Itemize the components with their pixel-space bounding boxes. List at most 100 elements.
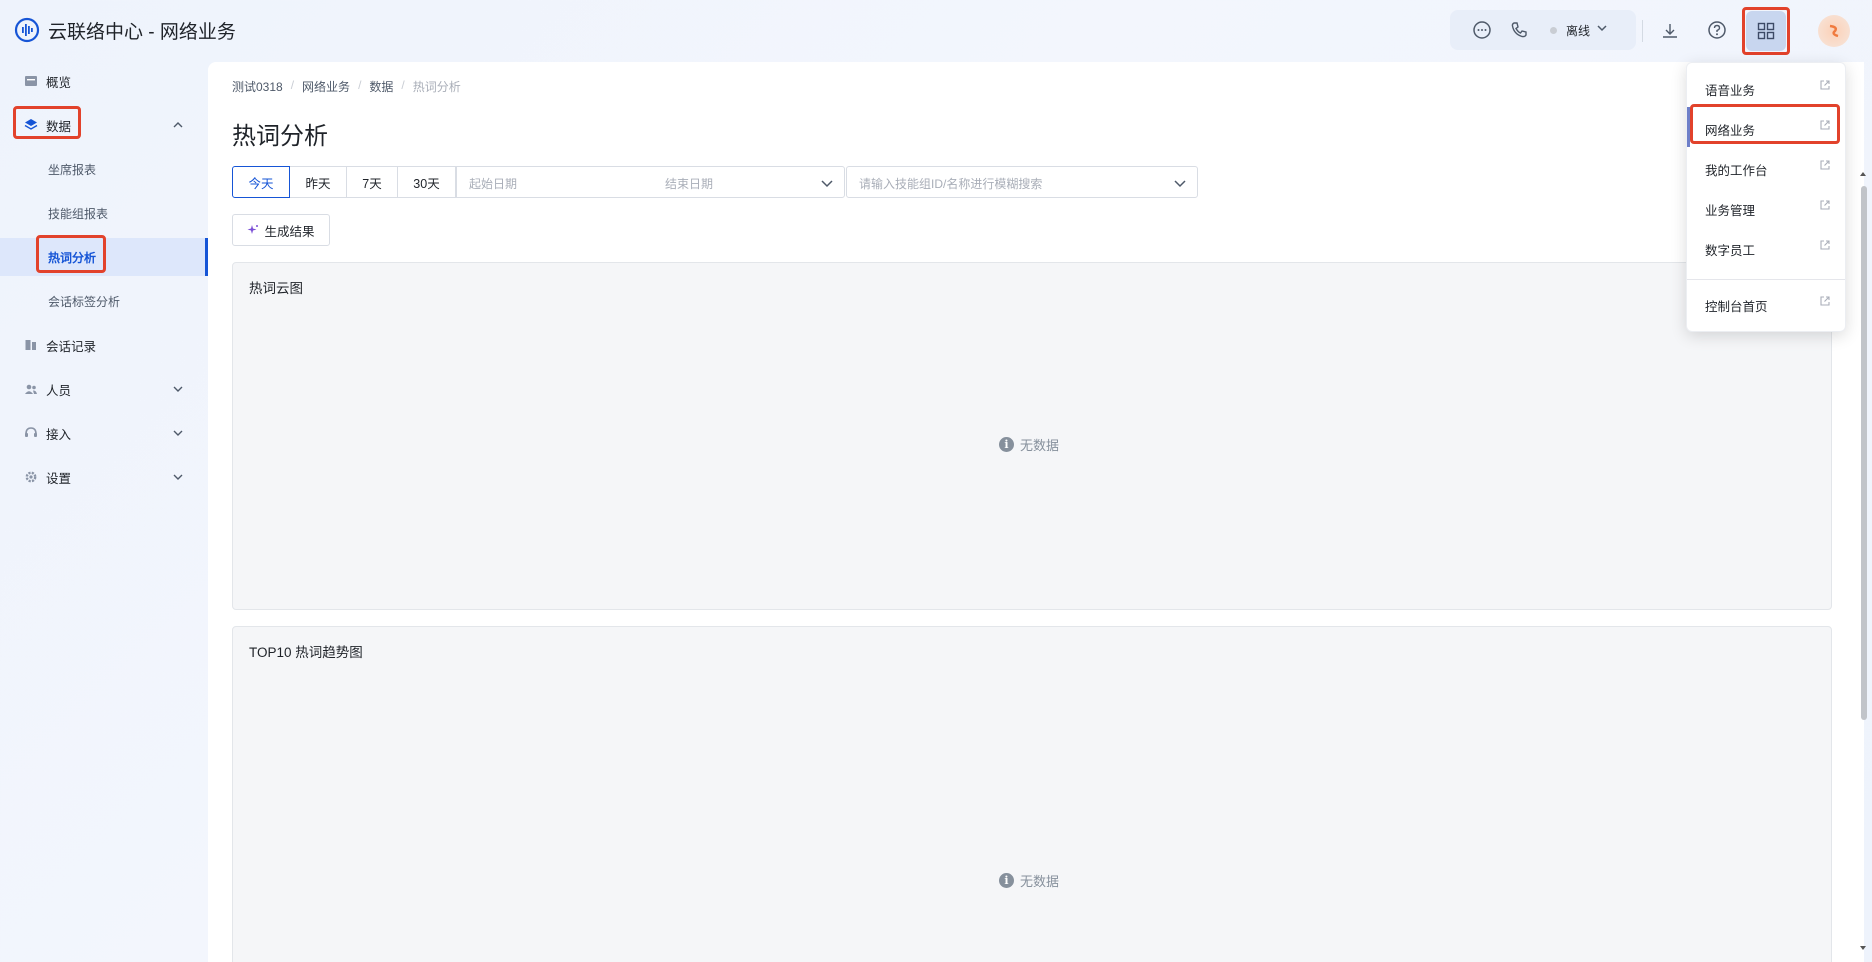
dropdown-item-my-workspace[interactable]: 我的工作台 bbox=[1687, 147, 1845, 187]
sidebar-subitem-label: 坐席报表 bbox=[48, 162, 97, 177]
dropdown-item-label: 业务管理 bbox=[1705, 204, 1756, 218]
dropdown-item-digital-employee[interactable]: 数字员工 bbox=[1687, 227, 1845, 267]
chevron-down-icon bbox=[173, 386, 183, 392]
dropdown-item-label: 网络业务 bbox=[1705, 124, 1756, 138]
apps-grid-button[interactable] bbox=[1746, 11, 1786, 51]
sparkle-icon bbox=[247, 225, 259, 234]
apps-dropdown-menu: 语音业务 网络业务 我的工作台 业务管理 数字员工 控制台首页 bbox=[1686, 62, 1846, 332]
breadcrumb-separator: / bbox=[358, 78, 362, 92]
breadcrumb-item[interactable]: 测试0318 bbox=[232, 78, 283, 95]
people-icon bbox=[25, 384, 37, 394]
panel-title: TOP10 热词趋势图 bbox=[249, 645, 363, 660]
date-tab-7days[interactable]: 7天 bbox=[346, 166, 398, 198]
chevron-down-icon bbox=[821, 180, 833, 188]
sidebar-subitem-label: 热词分析 bbox=[48, 250, 97, 265]
chevron-down-icon[interactable] bbox=[1596, 21, 1608, 35]
empty-text: 无数据 bbox=[1020, 874, 1060, 889]
dropdown-item-label: 数字员工 bbox=[1705, 244, 1756, 258]
dropdown-item-voice-business[interactable]: 语音业务 bbox=[1687, 67, 1845, 107]
sidebar-item-label: 会话记录 bbox=[46, 339, 97, 354]
sidebar-item-label: 设置 bbox=[46, 471, 72, 486]
header-toolbar: 离线 bbox=[1450, 10, 1636, 50]
chevron-down-icon bbox=[173, 474, 183, 480]
sidebar-item-label: 数据 bbox=[46, 119, 72, 134]
sidebar-subitem-skillgroup-report[interactable]: 技能组报表 bbox=[0, 194, 208, 232]
sidebar-subitem-agent-report[interactable]: 坐席报表 bbox=[0, 150, 208, 188]
breadcrumb-item[interactable]: 网络业务 bbox=[302, 78, 350, 95]
hotword-cloud-panel: 热词云图 i 无数据 bbox=[232, 262, 1832, 610]
dropdown-item-business-management[interactable]: 业务管理 bbox=[1687, 187, 1845, 227]
sidebar-subitem-label: 技能组报表 bbox=[48, 206, 109, 221]
dropdown-item-label: 语音业务 bbox=[1705, 84, 1756, 98]
status-dot bbox=[1550, 27, 1557, 34]
gear-icon bbox=[25, 471, 37, 483]
date-range-picker[interactable]: 起始日期 结束日期 bbox=[456, 166, 845, 198]
skillgroup-search-select[interactable]: 请输入技能组ID/名称进行模糊搜索 bbox=[846, 166, 1198, 198]
sidebar-subitem-label: 会话标签分析 bbox=[48, 294, 121, 309]
external-link-icon bbox=[1820, 296, 1830, 306]
sidebar-item-label: 接入 bbox=[46, 427, 72, 442]
top-header: 云联络中心 - 网络业务 离线 bbox=[0, 0, 1872, 62]
generate-result-label: 生成结果 bbox=[264, 224, 315, 239]
date-tabs: 今天 昨天 7天 30天 bbox=[232, 166, 456, 198]
scroll-down-arrow-icon[interactable] bbox=[1859, 944, 1867, 952]
dropdown-divider bbox=[1687, 279, 1845, 280]
sidebar-item-session-records[interactable]: 会话记录 bbox=[0, 326, 208, 364]
phone-icon[interactable] bbox=[1507, 18, 1531, 42]
dropdown-item-console-home[interactable]: 控制台首页 bbox=[1687, 283, 1845, 323]
sidebar-item-label: 概览 bbox=[46, 75, 72, 90]
chevron-up-icon bbox=[173, 122, 183, 128]
empty-state: i 无数据 bbox=[999, 435, 1059, 454]
panel-title: 热词云图 bbox=[249, 281, 303, 296]
download-icon[interactable] bbox=[1658, 19, 1682, 43]
apps-grid-icon bbox=[1757, 22, 1775, 40]
empty-state: i 无数据 bbox=[999, 871, 1059, 890]
date-tab-today[interactable]: 今天 bbox=[232, 166, 290, 198]
dropdown-item-network-business[interactable]: 网络业务 bbox=[1687, 107, 1845, 147]
date-tab-30days[interactable]: 30天 bbox=[397, 166, 456, 198]
end-date-input[interactable]: 结束日期 bbox=[665, 175, 713, 192]
date-tab-yesterday[interactable]: 昨天 bbox=[289, 166, 347, 198]
sidebar-item-label: 人员 bbox=[46, 383, 72, 398]
headset-icon bbox=[25, 427, 37, 437]
breadcrumb-separator: / bbox=[290, 78, 295, 92]
external-link-icon bbox=[1820, 160, 1830, 170]
external-link-icon bbox=[1820, 80, 1830, 90]
header-divider bbox=[1642, 20, 1643, 42]
layers-icon bbox=[24, 119, 38, 130]
external-link-icon bbox=[1820, 240, 1830, 250]
help-icon[interactable] bbox=[1705, 18, 1729, 42]
chevron-down-icon bbox=[173, 430, 183, 436]
sidebar-item-overview[interactable]: 概览 bbox=[0, 62, 208, 100]
page-title: 热词分析 bbox=[232, 123, 328, 150]
main-content: 测试0318 / 网络业务 / 数据 / 热词分析 热词分析 今天 昨天 7天 … bbox=[208, 62, 1864, 962]
breadcrumb-current: 热词分析 bbox=[412, 80, 461, 94]
app-logo-icon bbox=[14, 17, 40, 43]
chevron-down-icon bbox=[1174, 180, 1186, 188]
sidebar-item-people[interactable]: 人员 bbox=[0, 370, 208, 408]
dropdown-item-label: 控制台首页 bbox=[1705, 300, 1768, 314]
sidebar-item-access[interactable]: 接入 bbox=[0, 414, 208, 452]
app-title: 云联络中心 - 网络业务 bbox=[48, 22, 236, 43]
start-date-input[interactable]: 起始日期 bbox=[469, 175, 517, 192]
scroll-up-arrow-icon[interactable] bbox=[1859, 170, 1867, 178]
overview-icon bbox=[25, 76, 37, 86]
avatar[interactable] bbox=[1818, 15, 1850, 47]
breadcrumb-item[interactable]: 数据 bbox=[369, 78, 393, 95]
sidebar-subitem-session-tag-analysis[interactable]: 会话标签分析 bbox=[0, 282, 208, 320]
info-icon: i bbox=[999, 873, 1014, 888]
chat-icon[interactable] bbox=[1470, 18, 1494, 42]
sidebar-item-data[interactable]: 数据 bbox=[0, 106, 208, 144]
sidebar-subitem-hotword-analysis[interactable]: 热词分析 bbox=[0, 238, 208, 276]
agent-status-label[interactable]: 离线 bbox=[1566, 22, 1590, 39]
empty-text: 无数据 bbox=[1020, 438, 1060, 453]
record-icon bbox=[25, 340, 36, 350]
sidebar-item-settings[interactable]: 设置 bbox=[0, 458, 208, 496]
vertical-scrollbar-thumb[interactable] bbox=[1861, 186, 1867, 720]
external-link-icon bbox=[1820, 200, 1830, 210]
top10-trend-panel: TOP10 热词趋势图 i 无数据 bbox=[232, 626, 1832, 962]
generate-result-button[interactable]: 生成结果 bbox=[232, 214, 330, 246]
sidebar: 概览 数据 坐席报表 技能组报表 热词分析 会话标签分析 会话记录 人员 接入 … bbox=[0, 62, 208, 962]
info-icon: i bbox=[999, 437, 1014, 452]
breadcrumb-separator: / bbox=[401, 78, 405, 92]
